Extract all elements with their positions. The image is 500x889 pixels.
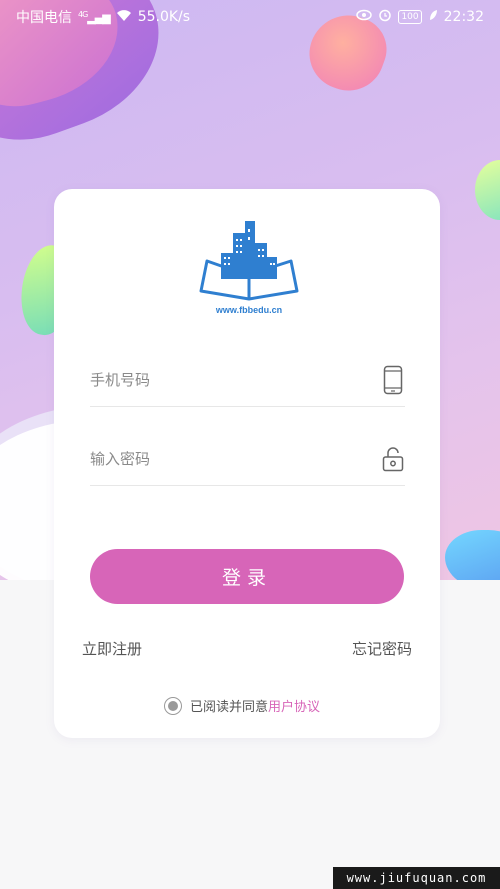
clock-time: 22:32 [443,9,484,25]
user-agreement-link[interactable]: 用户协议 [268,700,320,715]
network-speed: 55.0K/s [137,9,191,25]
phone-field [90,354,405,407]
status-left: 中国电信 4G▂▄▆ 55.0K/s [16,7,190,27]
register-link[interactable]: 立即注册 [82,638,142,659]
logo-building-book-icon [199,221,299,301]
eye-icon [356,9,373,25]
logo: www.fbbedu.cn [194,219,304,319]
watermark: www.jiufuquan.com [333,867,500,889]
password-input[interactable] [90,450,340,468]
phone-icon [381,365,405,395]
decor-blob [445,530,500,580]
password-field [90,433,405,486]
carrier-name: 中国电信 [16,10,72,26]
phone-input[interactable] [90,371,340,389]
agreement-text: 已阅读并同意 [190,700,269,715]
login-button[interactable]: 登录 [90,549,404,604]
decor-blob [475,160,500,220]
status-bar: 中国电信 4G▂▄▆ 55.0K/s 100 22:32 [0,0,500,34]
agreement-radio[interactable] [164,696,182,715]
network-type: 4G [78,9,88,19]
radio-dot [168,700,178,711]
signal-icon: 4G▂▄▆ [78,9,111,25]
alarm-icon [378,8,392,26]
agreement-row: 已阅读并同意用户协议 [164,696,320,715]
wifi-icon [116,9,132,26]
login-card: www.fbbedu.cn 登录 立即注册 忘记密码 已阅读并同意用户协议 [54,189,440,738]
status-right: 100 22:32 [356,8,484,26]
battery-icon: 100 [398,10,422,24]
leaf-icon [428,9,438,25]
logo-text: www.fbbedu.cn [215,305,283,315]
forgot-password-link[interactable]: 忘记密码 [352,638,412,659]
unlock-icon [381,444,405,474]
